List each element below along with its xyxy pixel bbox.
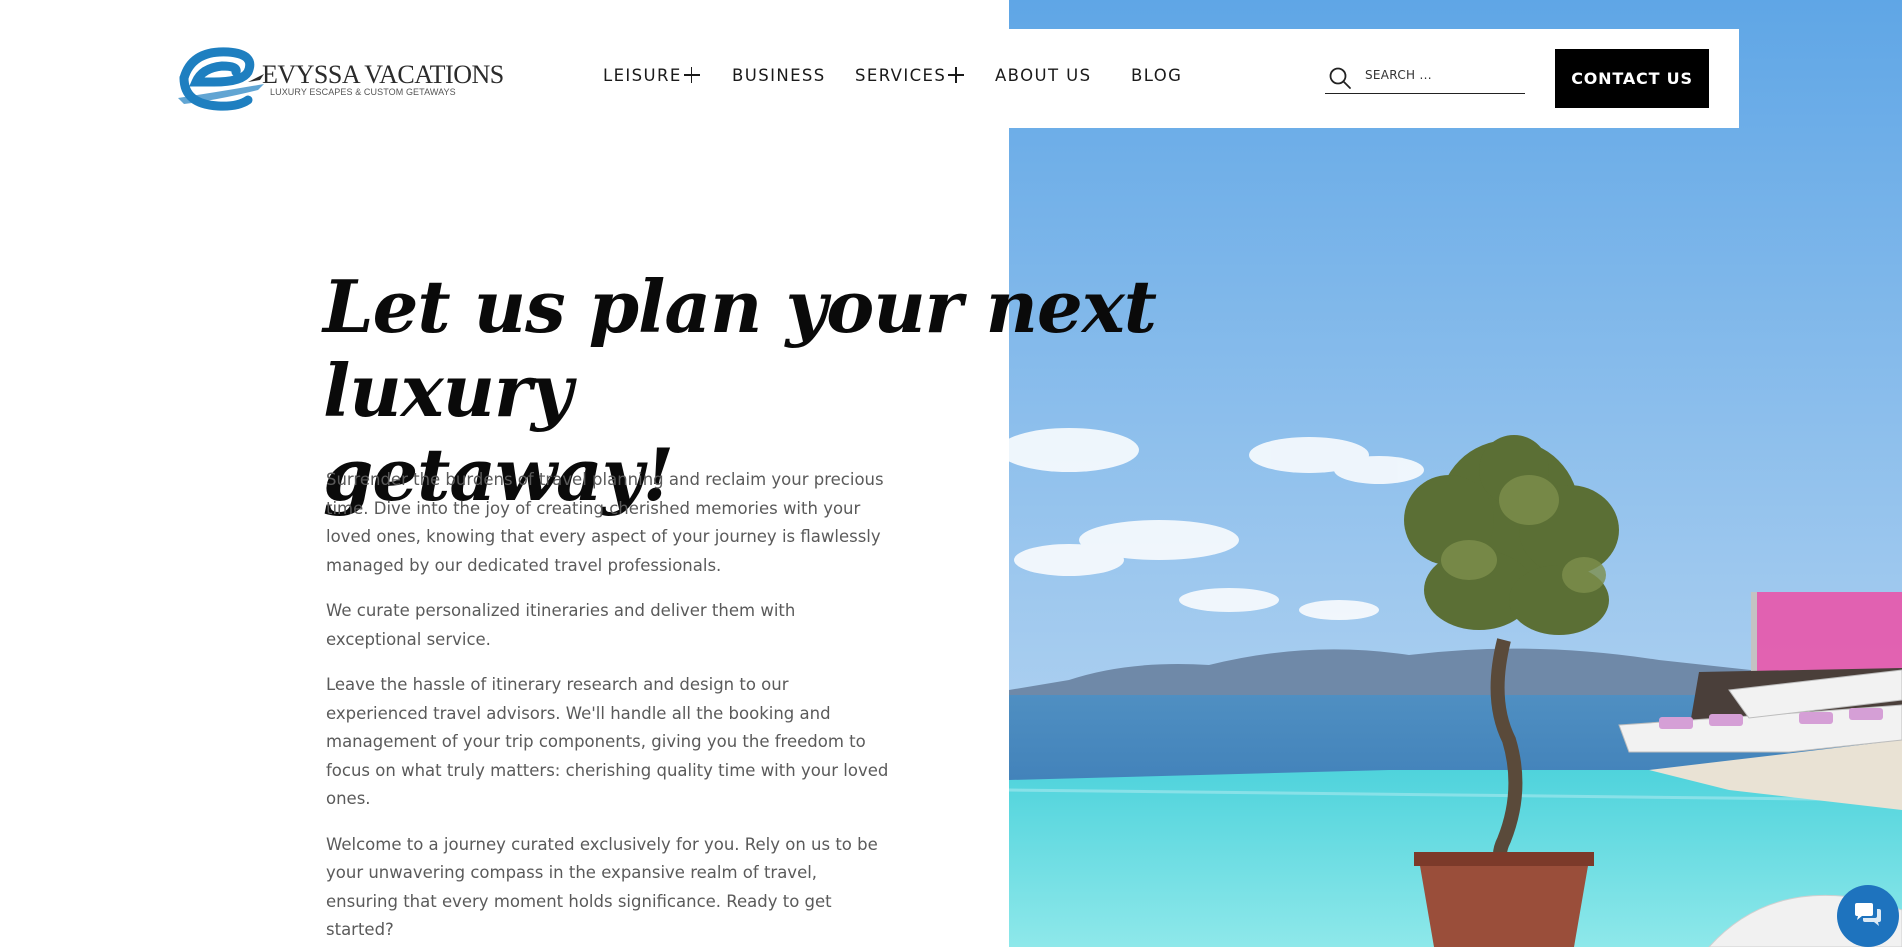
hero-paragraph: Surrender the burdens of travel planning… xyxy=(326,470,884,575)
nav-item-services[interactable]: SERVICES xyxy=(855,66,965,85)
nav-item-label: BLOG xyxy=(1131,66,1183,85)
site-logo[interactable]: EVYSSA VACATIONS LUXURY ESCAPES & CUSTOM… xyxy=(178,46,504,116)
hero-paragraph: Leave the hassle of itinerary research a… xyxy=(326,675,889,808)
nav-item-about-us[interactable]: ABOUT US xyxy=(995,66,1091,85)
header-left-panel xyxy=(0,0,1009,128)
logo-wordmark: EVYSSA VACATIONS xyxy=(262,60,504,89)
contact-us-button[interactable]: CONTACT US xyxy=(1555,49,1709,108)
chat-widget-button[interactable] xyxy=(1837,885,1899,947)
nav-item-business[interactable]: BUSINESS xyxy=(732,66,826,85)
hero-paragraph: We curate personalized itineraries and d… xyxy=(326,601,796,649)
search-box xyxy=(1325,64,1525,94)
nav-item-label: LEISURE xyxy=(603,66,682,85)
search-input[interactable] xyxy=(1365,68,1515,82)
nav-item-label: SERVICES xyxy=(855,66,947,85)
plus-icon xyxy=(683,67,700,83)
hero-copy: Surrender the burdens of travel planning… xyxy=(326,466,891,947)
nav-item-blog[interactable]: BLOG xyxy=(1131,66,1182,85)
hero-paragraph: Welcome to a journey curated exclusively… xyxy=(326,834,878,940)
plus-icon xyxy=(948,67,965,83)
nav-item-label: ABOUT US xyxy=(995,66,1092,85)
logo-tagline: LUXURY ESCAPES & CUSTOM GETAWAYS xyxy=(270,87,456,97)
nav-item-leisure[interactable]: LEISURE xyxy=(603,66,700,85)
hero-headline-line-1: Let us plan your next luxury xyxy=(323,264,1157,433)
search-icon[interactable] xyxy=(1328,66,1352,90)
logo-swoosh-icon xyxy=(178,47,264,111)
chat-icon xyxy=(1855,903,1881,926)
nav-item-label: BUSINESS xyxy=(732,66,826,85)
